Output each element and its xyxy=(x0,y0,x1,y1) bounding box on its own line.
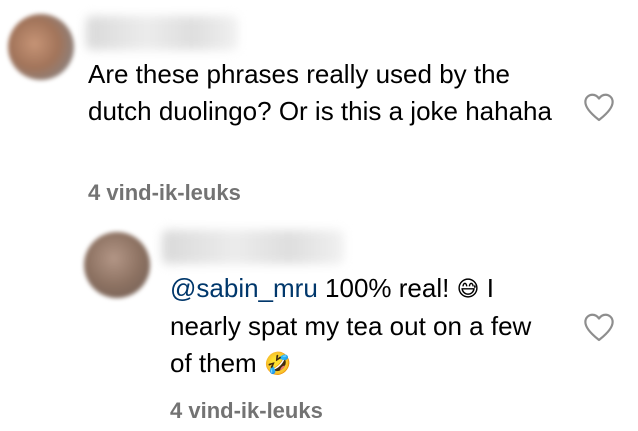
reply-1-text-part-a: 100% real! xyxy=(317,273,457,303)
reply-1-likes[interactable]: 4 vind-ik-leuks xyxy=(170,398,323,424)
rofl-emoji-icon: 🤣 xyxy=(263,352,292,377)
comment-1-avatar[interactable] xyxy=(8,14,74,80)
comment-1-username[interactable] xyxy=(86,16,238,50)
reply-1: @sabin_mru 100% real! 😅 I nearly spat my… xyxy=(0,220,638,431)
comment-1: Are these phrases really used by the dut… xyxy=(0,0,638,220)
sweat-smile-emoji-icon: 😅 xyxy=(456,277,480,302)
reply-1-username[interactable] xyxy=(162,230,344,264)
reply-1-mention-link[interactable]: @sabin_mru xyxy=(170,273,318,303)
reply-1-text: @sabin_mru 100% real! 😅 I nearly spat my… xyxy=(170,270,560,383)
heart-outline-icon[interactable] xyxy=(582,312,616,342)
comment-1-text: Are these phrases really used by the dut… xyxy=(88,59,552,126)
heart-outline-icon[interactable] xyxy=(582,92,616,122)
reply-1-avatar[interactable] xyxy=(84,232,150,298)
comment-1-likes[interactable]: 4 vind-ik-leuks xyxy=(88,180,241,206)
